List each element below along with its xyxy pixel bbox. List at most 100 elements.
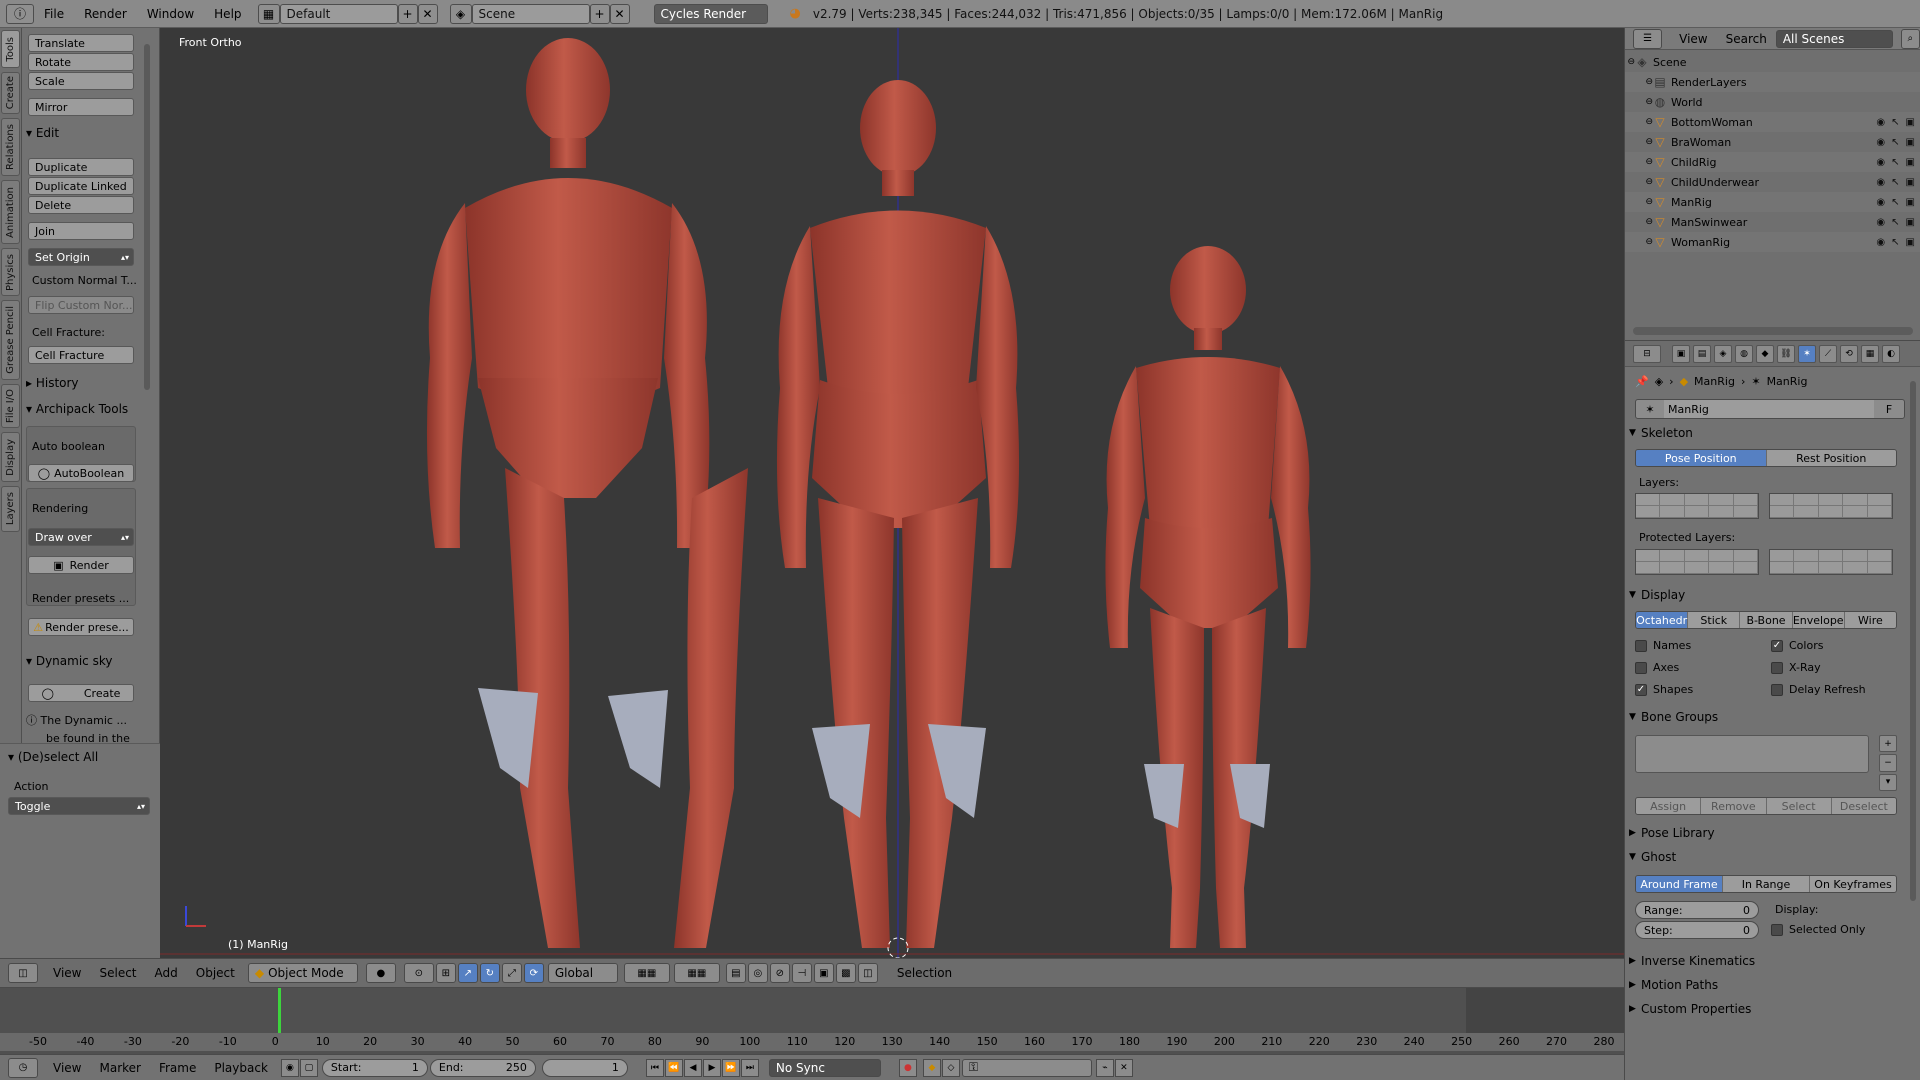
outliner-item-name[interactable]: ChildRig [1671,156,1716,169]
orientation-select[interactable]: Global [547,963,618,983]
outliner-row[interactable]: ⊖ ▽ ManRig ◉ ↖ ▣ [1625,192,1920,212]
outliner-expand-icon[interactable]: ⊖ [1625,77,1653,87]
layout-field[interactable]: Default [279,3,398,24]
bone-constraints-tab[interactable]: ⟲ [1840,344,1858,363]
rest-position-button[interactable]: Rest Position [1766,450,1896,466]
translate-button[interactable]: Translate [28,34,134,52]
shading-icon[interactable]: ● [365,963,396,983]
fake-user-button[interactable]: F [1874,403,1904,416]
opengl-render-icon[interactable]: ▣ [813,963,834,983]
armature-datablock[interactable]: ✶ ManRig F [1635,399,1905,419]
lock-layers-icon[interactable]: ▤ [725,963,746,983]
properties-scrollbar[interactable] [1910,381,1916,901]
outliner-row[interactable]: ⊖ ▽ BottomWoman ◉ ↖ ▣ [1625,112,1920,132]
tab-file-io[interactable]: File I/O [1,384,20,428]
duplicate-button[interactable]: Duplicate [28,158,134,176]
tab-physics[interactable]: Physics [1,248,20,296]
outliner-row[interactable]: ⊖ ◍ World [1625,92,1920,112]
action-select[interactable]: Toggle ▴▾ [8,797,150,815]
world-tab[interactable]: ◍ [1735,344,1753,363]
scene-tab[interactable]: ◈ [1714,344,1732,363]
pin-icon[interactable]: 📌 [1635,375,1649,388]
menu-window[interactable]: Window [137,7,204,21]
outliner-item-name[interactable]: Scene [1653,56,1687,69]
bone-group-menu-icon[interactable]: ▾ [1879,773,1897,791]
wire-button[interactable]: Wire [1844,612,1896,628]
outliner-row[interactable]: ⊖ ▽ BraWoman ◉ ↖ ▣ [1625,132,1920,152]
outliner-hscrollbar[interactable] [1633,327,1913,335]
menu-view[interactable]: View [44,966,90,980]
outliner-expand-icon[interactable]: ⊖ [1625,177,1653,187]
bone-groups-header[interactable]: ▼ Bone Groups [1629,707,1909,727]
outliner-row[interactable]: ⊖ ◈ Scene [1625,52,1920,72]
motion-paths-header[interactable]: ▶ Motion Paths [1629,975,1909,995]
rotate-manipulator-icon[interactable]: ↻ [479,963,500,983]
armature-data-tab[interactable]: ✶ [1798,344,1816,363]
outliner-item-name[interactable]: ManRig [1671,196,1712,209]
outliner-expand-icon[interactable]: ⊖ [1625,237,1653,247]
remove-scene-icon[interactable]: ✕ [609,3,630,24]
deselect-button[interactable]: Deselect [1831,798,1896,814]
visibility-eye-icon[interactable]: ◉ [1876,217,1885,228]
layers-grid-2[interactable]: ▦▦ [673,963,720,983]
outliner-expand-icon[interactable]: ⊖ [1625,57,1635,67]
outliner-item-name[interactable]: World [1671,96,1703,109]
add-scene-icon[interactable]: + [589,3,610,24]
around-frame-button[interactable]: Around Frame [1636,876,1723,892]
ghost-range-field[interactable]: Range: 0 [1635,901,1759,919]
display-header[interactable]: ▼ Display [1629,585,1909,605]
layers-grid-a[interactable] [1635,493,1759,519]
in-range-button[interactable]: In Range [1723,876,1810,892]
snap-element-icon[interactable]: ⊣ [791,963,812,983]
outliner-menu-view[interactable]: View [1670,32,1716,46]
remove-button[interactable]: Remove [1701,798,1767,814]
pivot-icon[interactable]: ⊙ [403,963,434,983]
assign-button[interactable]: Assign [1636,798,1702,814]
display-mode-select[interactable]: All Scenes [1775,29,1893,48]
prev-keyframe-icon[interactable]: ⏪ [664,1058,683,1077]
tl-menu-frame[interactable]: Frame [150,1061,205,1075]
remove-bone-group-icon[interactable]: − [1879,754,1897,772]
keying-set-icon[interactable]: ◇ [941,1058,960,1077]
delete-button[interactable]: Delete [28,196,134,214]
outliner-expand-icon[interactable]: ⊖ [1625,97,1653,107]
editor-type-icon[interactable]: ⓘ [6,3,34,24]
protected-grid-b[interactable] [1769,549,1893,575]
cell-fracture-button[interactable]: Cell Fracture [28,346,134,364]
current-frame-field[interactable]: 1 [541,1058,628,1077]
xray-checkbox[interactable]: X-Ray [1771,661,1821,674]
outliner-item-name[interactable]: WomanRig [1671,236,1730,249]
tab-animation[interactable]: Animation [1,180,20,244]
ghost-step-field[interactable]: Step: 0 [1635,921,1759,939]
constraints-tab[interactable]: ⛓ [1777,344,1795,363]
renderable-camera-icon[interactable]: ▣ [1906,197,1915,208]
dynamic-sky-header[interactable]: ▾ Dynamic sky [26,654,112,668]
pose-library-header[interactable]: ▶ Pose Library [1629,823,1909,843]
outliner-menu-search[interactable]: Search [1717,32,1776,46]
outliner-item-name[interactable]: BottomWoman [1671,116,1753,129]
outliner-expand-icon[interactable]: ⊖ [1625,157,1653,167]
outliner-item-name[interactable]: ChildUnderwear [1671,176,1759,189]
renderable-camera-icon[interactable]: ▣ [1906,237,1915,248]
physics-tab[interactable]: ◐ [1882,344,1900,363]
outliner-expand-icon[interactable]: ⊖ [1625,137,1653,147]
duplicate-linked-button[interactable]: Duplicate Linked [28,177,134,195]
keying-set-field[interactable]: ⚿ [961,1058,1092,1077]
proportional-edit-icon[interactable]: ◎ [747,963,768,983]
draw-over-select[interactable]: Draw over ▴▾ [28,528,134,546]
tab-create[interactable]: Create [1,72,20,114]
tool-shelf-scrollbar[interactable] [144,44,150,390]
end-frame-field[interactable]: End: 250 [429,1058,536,1077]
outliner-row[interactable]: ⊖ ▤ RenderLayers [1625,72,1920,92]
render-engine-select[interactable]: Cycles Render [653,3,768,24]
menu-help[interactable]: Help [204,7,251,21]
add-bone-group-icon[interactable]: + [1879,735,1897,753]
renderable-camera-icon[interactable]: ▣ [1906,157,1915,168]
editor-type-icon-3d[interactable]: ◫ [8,963,38,983]
colors-checkbox[interactable]: ✓ Colors [1771,639,1823,652]
opengl-anim-icon[interactable]: ▩ [835,963,856,983]
bone-groups-list[interactable] [1635,735,1869,773]
selectable-cursor-icon[interactable]: ↖ [1891,217,1899,228]
scale-button[interactable]: Scale [28,72,134,90]
tab-tools[interactable]: Tools [1,30,20,68]
